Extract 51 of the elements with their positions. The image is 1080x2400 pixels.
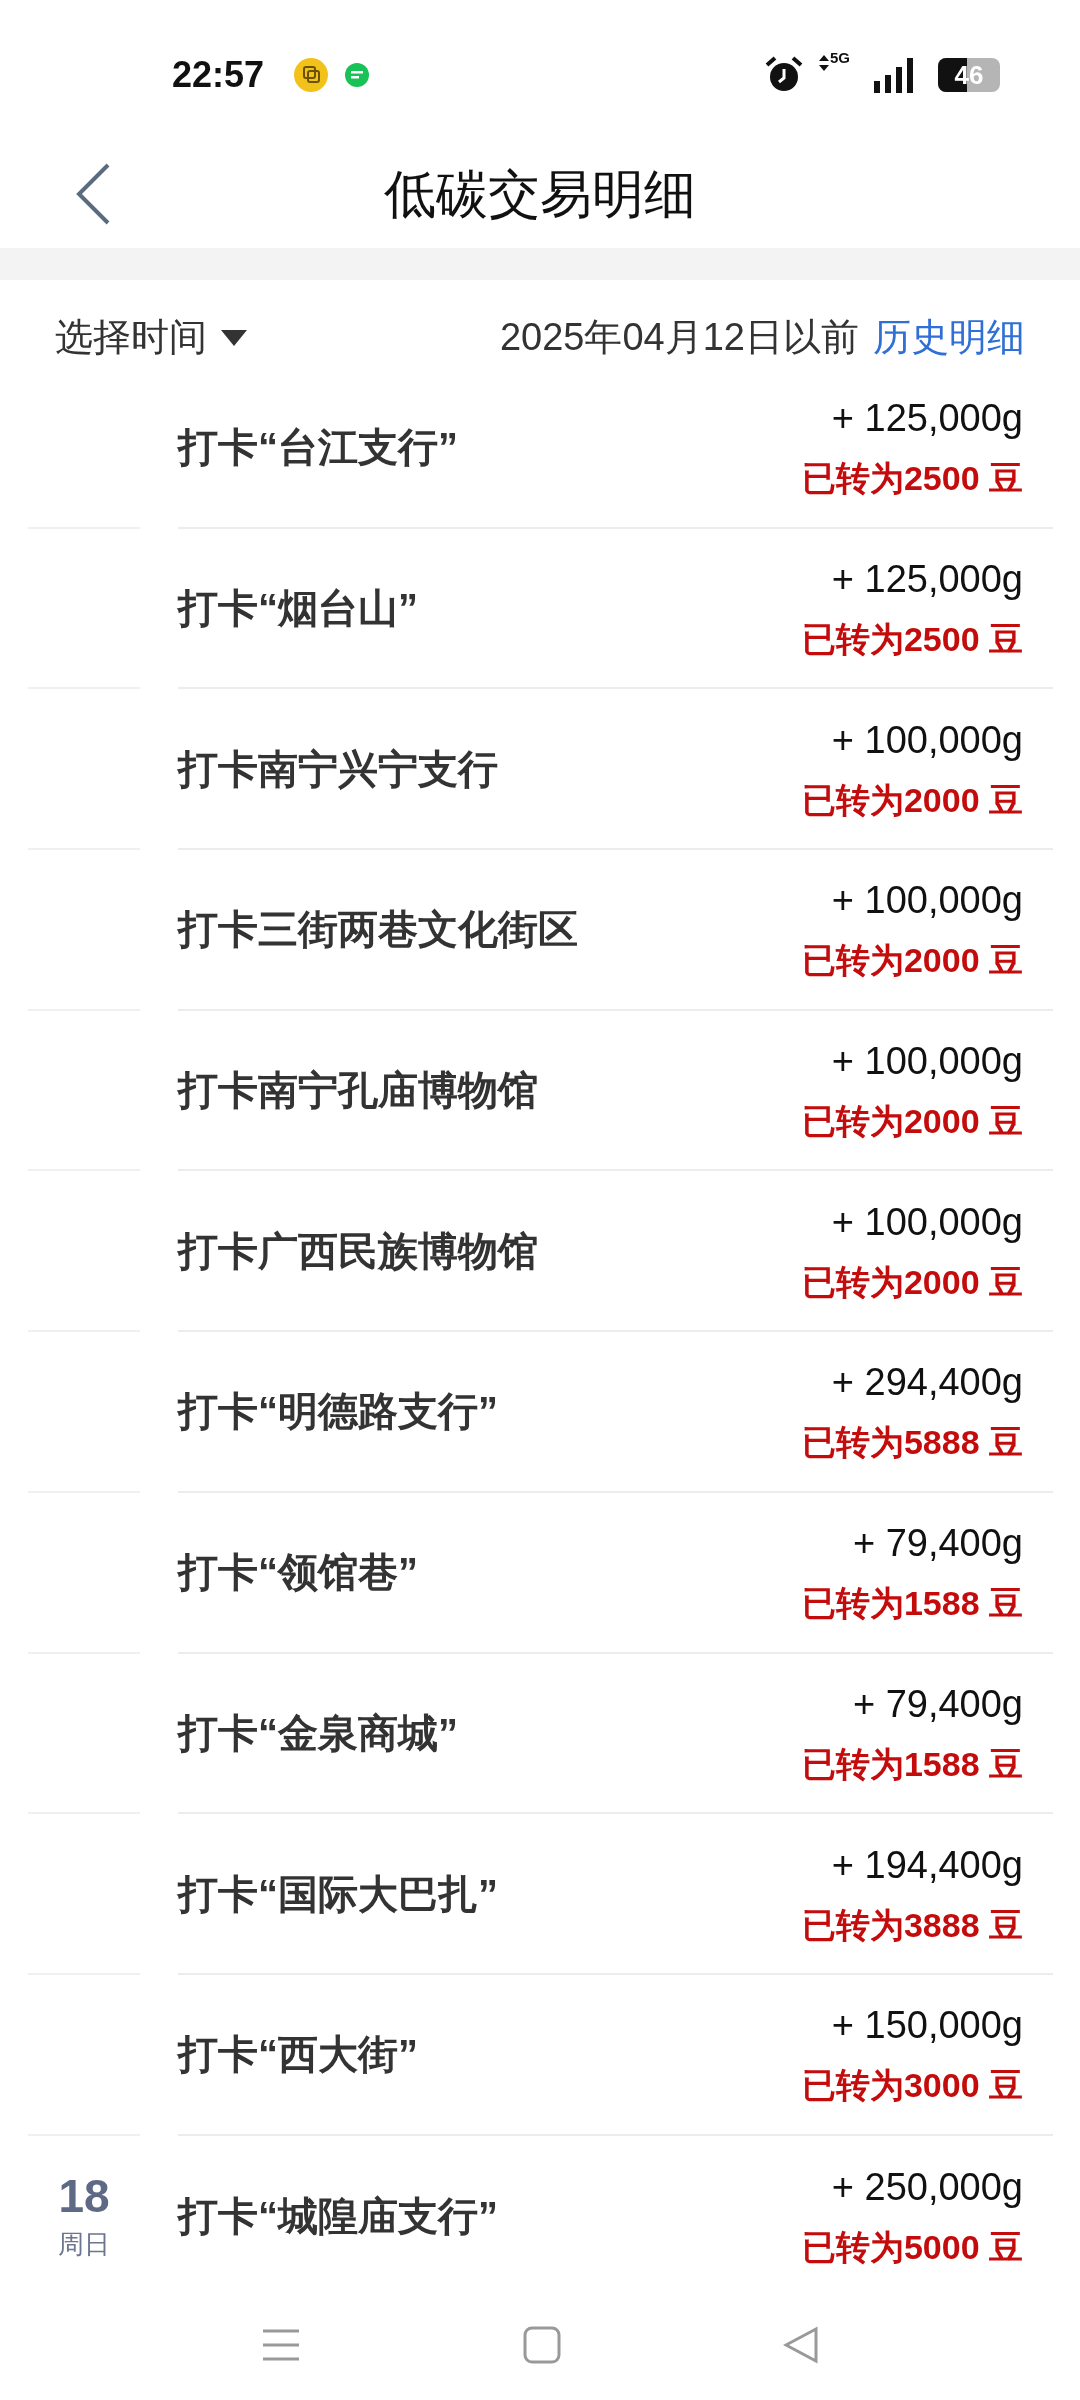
converted-beans: 已转为3000 豆 bbox=[801, 2065, 1023, 2107]
carbon-amount: + 125,000g bbox=[831, 557, 1023, 603]
transaction-title: 打卡“台江支行” bbox=[178, 424, 458, 472]
carbon-amount: + 79,400g bbox=[852, 1681, 1023, 1727]
converted-beans: 已转为2000 豆 bbox=[801, 1261, 1023, 1303]
weekday-label: 周日 bbox=[58, 2228, 110, 2262]
carbon-amount: + 100,000g bbox=[831, 1199, 1023, 1245]
transaction-title: 打卡广西民族博物馆 bbox=[178, 1227, 538, 1275]
carbon-amount: + 79,400g bbox=[852, 1521, 1023, 1567]
transaction-title: 打卡“城隍庙支行” bbox=[178, 2192, 498, 2240]
converted-beans: 已转为2500 豆 bbox=[801, 458, 1023, 500]
carbon-amount: + 294,400g bbox=[831, 1360, 1023, 1406]
transaction-title: 打卡“明德路支行” bbox=[178, 1388, 498, 1436]
converted-beans: 已转为2500 豆 bbox=[801, 619, 1023, 661]
status-time: 22:57 bbox=[172, 53, 265, 97]
converted-beans: 已转为5888 豆 bbox=[801, 1422, 1023, 1464]
transaction-title: 打卡“西大街” bbox=[178, 2031, 418, 2079]
app-notification-icon bbox=[294, 58, 329, 92]
carbon-amount: + 100,000g bbox=[831, 1039, 1023, 1085]
carbon-amount: + 100,000g bbox=[831, 717, 1023, 763]
carbon-amount: + 150,000g bbox=[831, 2003, 1023, 2049]
converted-beans: 已转为2000 豆 bbox=[801, 940, 1023, 982]
converted-beans: 已转为1588 豆 bbox=[801, 1583, 1023, 1625]
time-select-dropdown[interactable]: 选择时间 bbox=[55, 309, 247, 366]
network-type: 5G bbox=[830, 50, 850, 65]
page-title: 低碳交易明细 bbox=[384, 164, 696, 225]
carbon-amount: + 100,000g bbox=[831, 878, 1023, 924]
transaction-title: 打卡南宁孔庙博物馆 bbox=[178, 1067, 538, 1115]
day-number: 18 bbox=[58, 2168, 110, 2224]
transaction-title: 打卡三街两巷文化街区 bbox=[178, 906, 578, 954]
transaction-title: 打卡“烟台山” bbox=[178, 585, 418, 633]
transaction-title: 打卡南宁兴宁支行 bbox=[178, 745, 498, 793]
back-nav-icon[interactable] bbox=[783, 2326, 819, 2364]
transaction-title: 打卡“国际大巴扎” bbox=[178, 1870, 498, 1918]
converted-beans: 已转为3888 豆 bbox=[801, 1904, 1023, 1946]
date-note: 2025年04月12日以前 bbox=[499, 315, 859, 360]
transaction-title: 打卡“领馆巷” bbox=[178, 1549, 418, 1597]
carbon-amount: + 125,000g bbox=[831, 396, 1023, 442]
converted-beans: 已转为5000 豆 bbox=[801, 2226, 1023, 2268]
message-icon bbox=[344, 62, 371, 88]
converted-beans: 已转为1588 豆 bbox=[801, 1743, 1023, 1785]
history-link[interactable]: 历史明细 bbox=[873, 309, 1025, 366]
carbon-amount: + 194,400g bbox=[831, 1842, 1023, 1888]
transaction-title: 打卡“金泉商城” bbox=[178, 1709, 458, 1757]
caret-icon bbox=[221, 329, 247, 346]
data-arrows-icon bbox=[818, 54, 830, 72]
home-icon[interactable] bbox=[523, 2326, 561, 2364]
carbon-amount: + 250,000g bbox=[831, 2164, 1023, 2210]
converted-beans: 已转为2000 豆 bbox=[801, 1101, 1023, 1143]
back-icon[interactable] bbox=[74, 162, 112, 226]
converted-beans: 已转为2000 豆 bbox=[801, 779, 1023, 821]
